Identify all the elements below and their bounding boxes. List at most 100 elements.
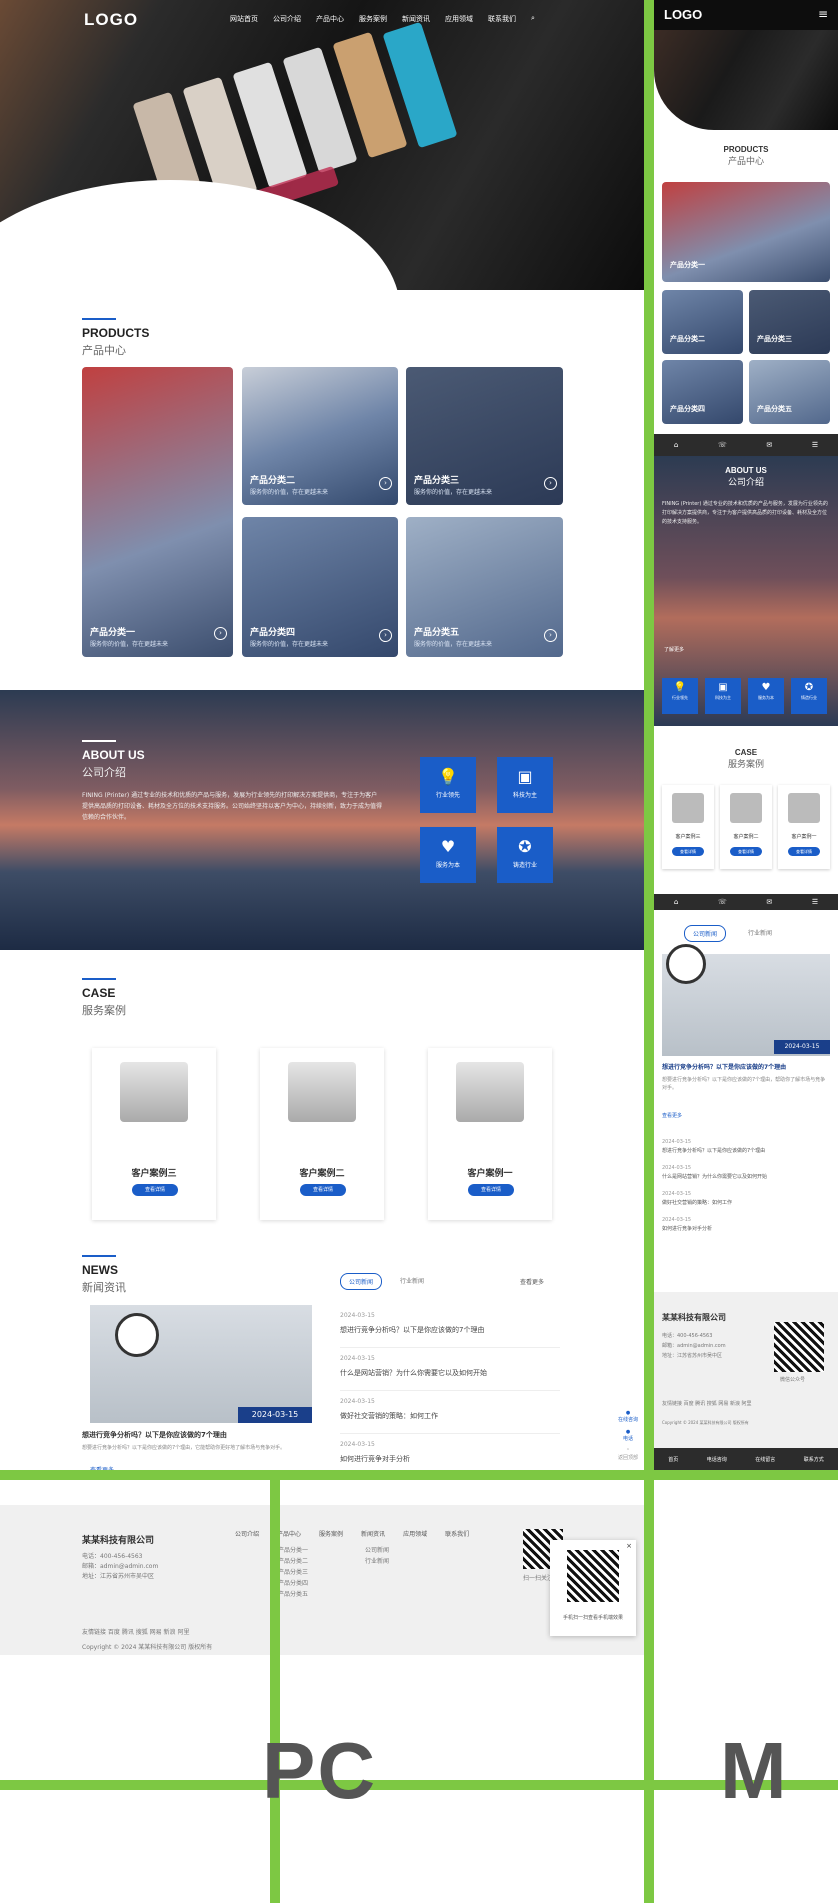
nav-home[interactable]: 网站首页 [230,14,258,24]
product-card[interactable]: 产品分类五 服务你的价值，存在更越未来 › [406,517,563,657]
tab-industry-news[interactable]: 行业新闻 [392,1273,432,1290]
pc-divider [270,1480,280,1903]
mobile-tabbar: ⌂ ☏ ✉ ☰ [654,894,838,910]
news-feature-image[interactable]: 2024-03-15 [90,1305,312,1423]
news-list-item[interactable]: 2024-03-15 想进行竞争分析吗？以下是你应该做的7个理由 [340,1312,560,1348]
about-box[interactable]: 💡 行业领先 [420,757,476,813]
logo[interactable]: LOGO [84,10,138,30]
news-feature-title[interactable]: 想进行竞争分析吗？以下是你应该做的7个理由 [82,1430,322,1440]
product-card[interactable]: 产品分类四 [662,360,743,424]
footer-col[interactable]: 公司介绍 [235,1529,259,1538]
arrow-icon: › [214,627,227,640]
news-list-item[interactable]: 2024-03-15 做好社交营销的策略：如何工作 [340,1398,560,1434]
hero-banner: LOGO 网站首页 公司介绍 产品中心 服务案例 新闻资讯 应用领域 联系我们 … [0,0,644,290]
product-card[interactable]: 产品分类三 [749,290,830,354]
tab-company-news[interactable]: 公司新闻 [684,925,727,942]
case-heading: CASE 服务案例 [82,978,126,1018]
award-icon: ✪ [804,682,814,693]
heart-hand-icon: ♥ [761,682,771,693]
mobile-tabbar: ⌂ ☏ ✉ ☰ [654,434,838,456]
home-icon[interactable]: ⌂ [674,441,678,449]
message-tab[interactable]: 在线留言 [755,1456,775,1463]
nav-news[interactable]: 新闻资讯 [402,14,430,24]
message-icon[interactable]: ✉ [766,441,772,449]
search-icon[interactable]: ⌕ [531,14,535,24]
qr-code-image [774,1322,824,1372]
mobile-about: ABOUT US 公司介绍 FINING (Printer) 通过专业的技术和优… [654,456,838,726]
heart-hand-icon: ♥ [440,837,456,856]
case-card[interactable]: 客户案例二 查看详情 [720,785,772,869]
products-heading: PRODUCTS 产品中心 [82,318,149,358]
lightbulb-icon: 💡 [673,682,687,693]
footer: 某某科技有限公司 电话：400-456-4563 邮箱：admin@admin.… [0,1505,644,1655]
tab-company-news[interactable]: 公司新闻 [340,1273,383,1290]
nav-field[interactable]: 应用领域 [445,14,473,24]
footer-col[interactable]: 应用领域 [403,1529,427,1538]
arrow-icon: › [544,629,557,642]
case-card[interactable]: 客户案例三 查看详情 [92,1048,216,1220]
lightbulb-icon: 💡 [438,767,458,786]
pc-preview: LOGO 网站首页 公司介绍 产品中心 服务案例 新闻资讯 应用领域 联系我们 … [0,0,644,1655]
case-card[interactable]: 客户案例三 查看详情 [662,785,714,869]
phone-icon[interactable]: ☏ [718,441,727,449]
about-box[interactable]: ▣ 科技为主 [705,678,741,714]
phone-icon[interactable]: ☏ [718,898,727,906]
case-card[interactable]: 客户案例一 查看详情 [778,785,830,869]
product-card[interactable]: 产品分类二 服务你的价值，存在更越未来 › [242,367,398,505]
news-more-link[interactable]: 查看更多 [520,1277,544,1286]
award-icon: ✪ [518,837,532,856]
about-section: ABOUT US 公司介绍 FINING (Printer) 通过专业的技术和优… [0,690,644,950]
arrow-icon: › [379,477,392,490]
product-card[interactable]: 产品分类五 [749,360,830,424]
mobile-tabbar: 首页 电话咨询 在线留言 联系方式 [654,1448,838,1470]
mobile-preview: LOGO ≡ PRODUCTS 产品中心 产品分类一 产品分类二 产品分类三 产… [654,0,838,1470]
about-box[interactable]: ♥ 服务为本 [748,678,784,714]
about-box[interactable]: ✪ 铸造行业 [791,678,827,714]
phone-tab[interactable]: 电话咨询 [707,1456,727,1463]
nav-case[interactable]: 服务案例 [359,14,387,24]
arrow-icon: › [544,477,557,490]
about-box[interactable]: ▣ 科技为主 [497,757,553,813]
contact-icon[interactable]: ☰ [812,898,818,906]
side-float-bar: ● 在线咨询 ● 电话 ⌃ 返回顶部 [618,1410,639,1461]
footer-col[interactable]: 联系我们 [445,1529,469,1538]
lower-divider [0,1780,838,1790]
nav-products[interactable]: 产品中心 [316,14,344,24]
contact-tab[interactable]: 联系方式 [804,1456,824,1463]
nav-contact[interactable]: 联系我们 [488,14,516,24]
mobile-hero [654,30,838,130]
about-box[interactable]: ♥ 服务为本 [420,827,476,883]
contact-icon[interactable]: ☰ [812,441,818,449]
mobile-news-list: 2024-03-15 想进行竞争分析吗？以下是你应该做的7个理由 2024-03-… [662,1139,768,1232]
horizontal-divider [0,1470,838,1480]
pc-label: PC [262,1726,378,1815]
news-feature-image[interactable]: 2024-03-15 [662,944,830,1056]
footer-col[interactable]: 服务案例 [319,1529,343,1538]
home-tab[interactable]: 首页 [668,1456,678,1463]
news-list-item[interactable]: 2024-03-15 什么是网站营销？为什么你需要它以及如何开始 [340,1355,560,1391]
qr-popup: × 手机扫一扫查看手机端效果 [550,1540,636,1636]
nav-about[interactable]: 公司介绍 [273,14,301,24]
message-icon[interactable]: ✉ [766,898,772,906]
chip-icon: ▣ [718,682,728,693]
case-card[interactable]: 客户案例一 查看详情 [428,1048,552,1220]
about-box[interactable]: ✪ 铸造行业 [497,827,553,883]
news-heading: NEWS 新闻资讯 [82,1255,126,1295]
home-icon[interactable]: ⌂ [674,898,678,906]
product-card[interactable]: 产品分类四 服务你的价值，存在更越未来 › [242,517,398,657]
m-label: M [720,1726,789,1815]
chip-icon: ▣ [517,767,533,786]
menu-icon[interactable]: ≡ [818,7,828,21]
product-card[interactable]: 产品分类二 [662,290,743,354]
about-box[interactable]: 💡 行业领先 [662,678,698,714]
footer-col[interactable]: 产品中心 [277,1529,301,1538]
arrow-icon: › [379,629,392,642]
close-icon[interactable]: × [626,1542,632,1550]
footer-col[interactable]: 新闻资讯 [361,1529,385,1538]
product-card[interactable]: 产品分类三 服务你的价值，存在更越未来 › [406,367,563,505]
case-card[interactable]: 客户案例二 查看详情 [260,1048,384,1220]
tab-industry-news[interactable]: 行业新闻 [740,925,780,942]
product-card[interactable]: 产品分类一 [662,182,830,282]
mobile-header: LOGO ≡ [654,0,838,30]
product-card[interactable]: 产品分类一 服务你的价值，存在更越未来 › [82,367,233,657]
